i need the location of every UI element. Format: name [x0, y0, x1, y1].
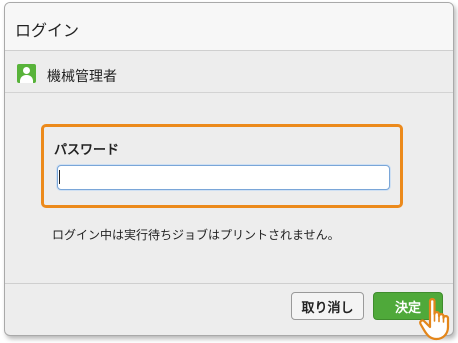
- login-notice: ログイン中は実行待ちジョブはプリントされません。: [52, 228, 340, 242]
- pointing-hand-icon: [419, 298, 450, 341]
- dialog-titlebar: ログイン: [5, 3, 453, 51]
- login-dialog: ログイン 機械管理者 パスワード ログイン中は実行待ちジョブはプリントされません…: [4, 2, 454, 336]
- password-label: パスワード: [54, 143, 120, 158]
- cancel-button[interactable]: 取り消し: [291, 292, 364, 320]
- user-name: 機械管理者: [47, 69, 117, 85]
- user-icon: [17, 64, 36, 83]
- password-highlight-frame: パスワード: [41, 124, 403, 208]
- dialog-title: ログイン: [15, 21, 80, 40]
- divider: [5, 92, 453, 93]
- footer-divider: [5, 283, 453, 284]
- password-input[interactable]: [57, 165, 390, 190]
- text-cursor: [59, 170, 60, 184]
